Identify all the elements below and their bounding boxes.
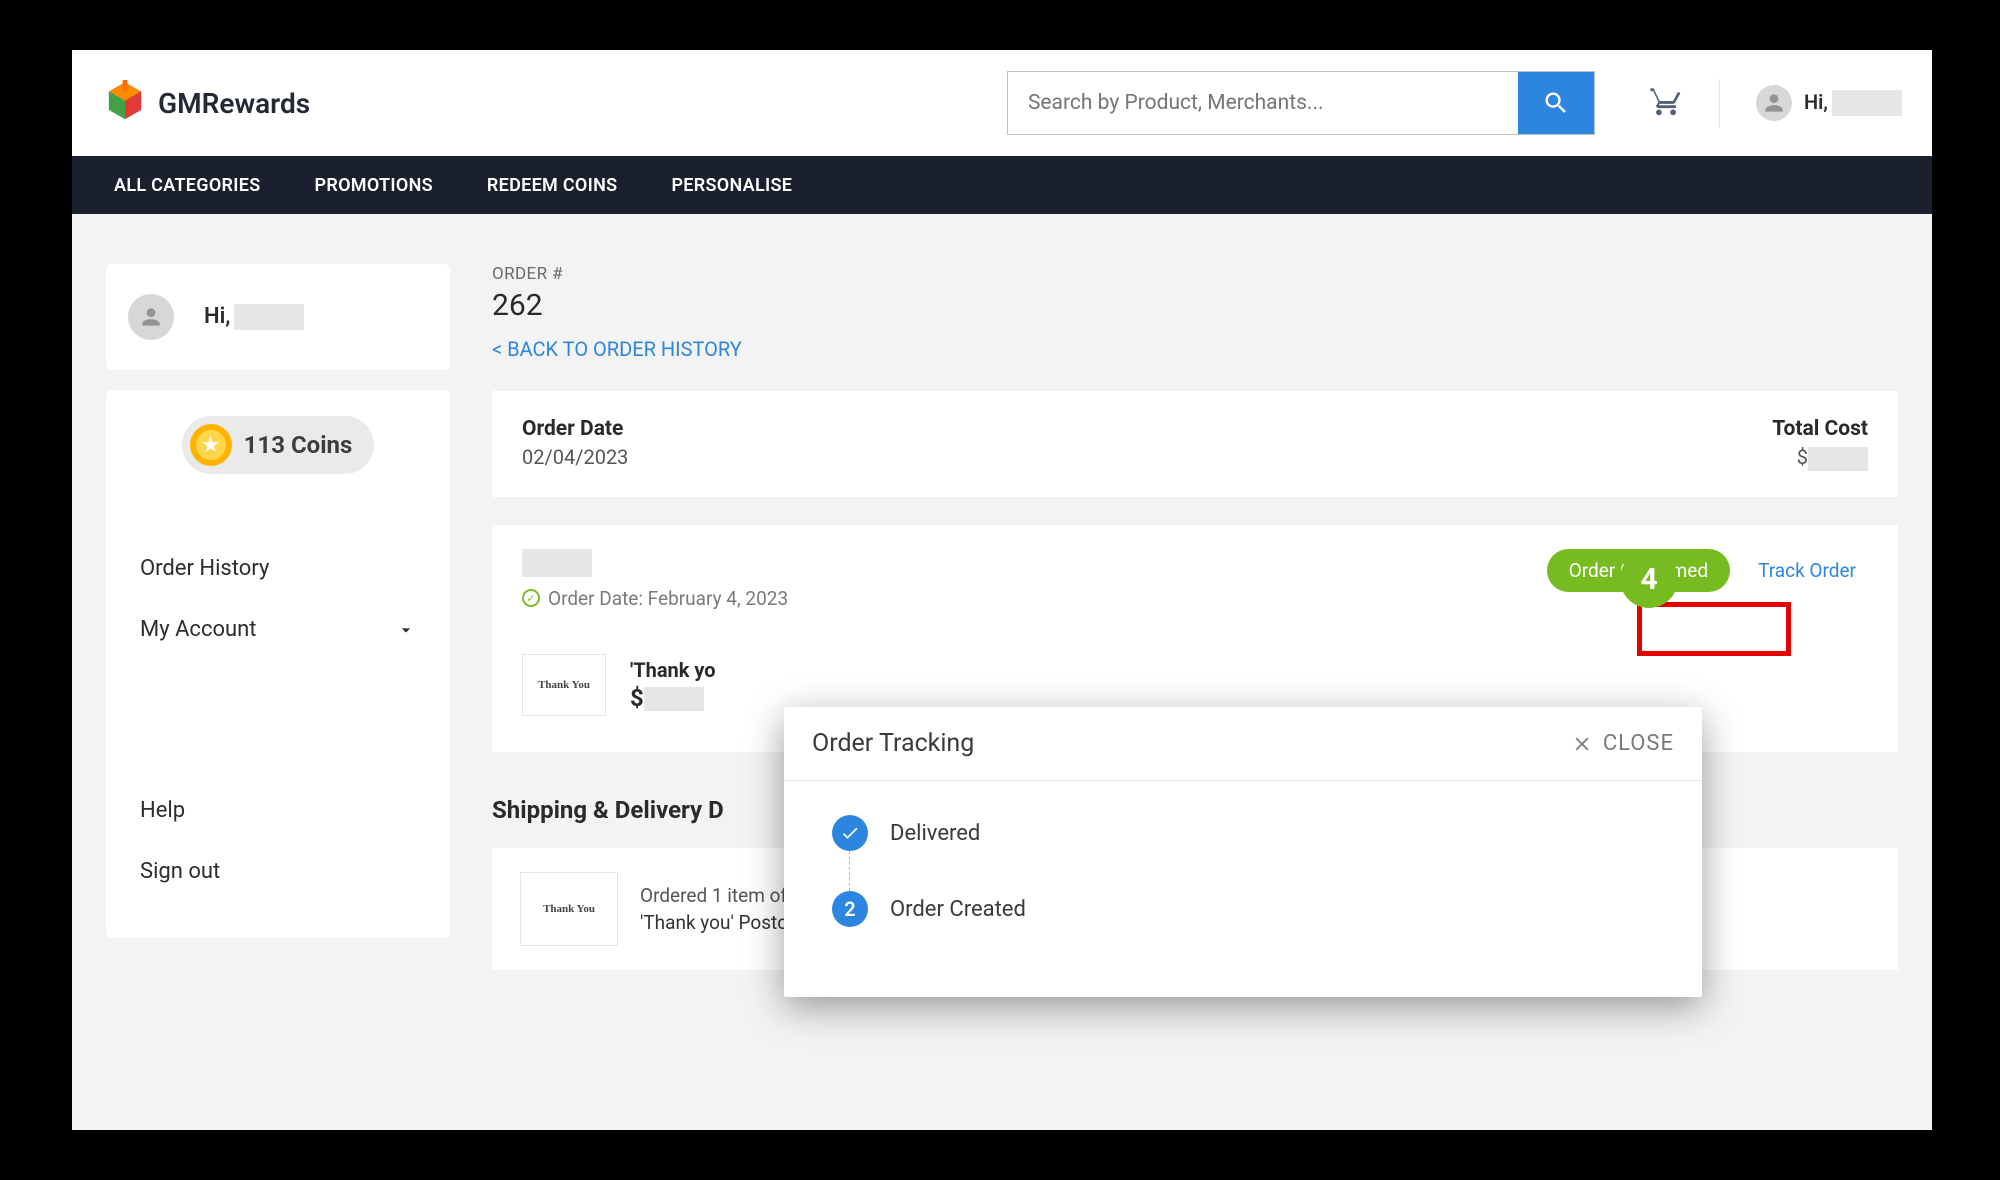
sidebar-avatar xyxy=(128,294,174,340)
header-greeting: Hi, xyxy=(1804,90,1902,117)
track-order-button[interactable]: Track Order xyxy=(1746,551,1868,590)
nav-redeem-coins[interactable]: REDEEM COINS xyxy=(487,175,618,196)
sidebar-user-card: Hi, xyxy=(106,264,450,370)
search-input[interactable] xyxy=(1008,72,1518,134)
order-date-value: 02/04/2023 xyxy=(522,445,628,469)
person-icon xyxy=(138,304,164,330)
modal-close-button[interactable]: CLOSE xyxy=(1571,731,1674,756)
merchant-masked xyxy=(522,549,592,577)
cart-icon[interactable] xyxy=(1649,84,1683,122)
total-cost-label: Total Cost xyxy=(1772,417,1868,441)
user-avatar[interactable] xyxy=(1756,85,1792,121)
check-circle-icon xyxy=(522,589,540,607)
close-icon xyxy=(1571,733,1593,755)
username-masked xyxy=(1832,90,1902,116)
step-number-icon: 2 xyxy=(832,891,868,927)
nav-personalise[interactable]: PERSONALISE xyxy=(671,175,792,196)
order-tracking-modal: Order Tracking CLOSE Delivered 2 Order C… xyxy=(784,707,1702,997)
timeline-label: Order Created xyxy=(890,897,1026,922)
coins-text: 113 Coins xyxy=(244,431,353,459)
sidebar-help[interactable]: Help xyxy=(128,780,428,841)
sidebar-menu-card: ★ 113 Coins Order History My Account Hel… xyxy=(106,390,450,938)
person-icon xyxy=(1761,90,1787,116)
search-icon xyxy=(1542,89,1570,117)
main-nav: ALL CATEGORIES PROMOTIONS REDEEM COINS P… xyxy=(72,156,1932,214)
item-order-date-text: Order Date: February 4, 2023 xyxy=(548,587,788,610)
sidebar-my-account-label: My Account xyxy=(140,617,256,642)
order-date-label: Order Date xyxy=(522,417,628,441)
timeline-step-delivered: Delivered xyxy=(832,815,1654,851)
order-number-label: ORDER # xyxy=(492,264,1898,284)
product-thumbnail: Thank You xyxy=(522,654,606,716)
timeline-step-created: 2 Order Created xyxy=(832,891,1654,927)
back-to-order-history-link[interactable]: < BACK TO ORDER HISTORY xyxy=(492,337,742,361)
search-box xyxy=(1007,71,1595,135)
item-order-date: Order Date: February 4, 2023 xyxy=(522,587,788,610)
brand-name: GMRewards xyxy=(158,87,310,120)
sidebar: Hi, ★ 113 Coins Order History My Account… xyxy=(106,264,450,970)
star-icon: ★ xyxy=(190,424,232,466)
sidebar-my-account[interactable]: My Account xyxy=(128,599,428,660)
sidebar-greeting: Hi, xyxy=(204,304,304,330)
username-masked xyxy=(234,304,304,330)
annotation-step-badge: 4 xyxy=(1620,550,1678,608)
product-title: 'Thank yo xyxy=(630,658,716,682)
modal-close-label: CLOSE xyxy=(1603,731,1674,756)
price-masked xyxy=(644,687,704,711)
header: GMRewards Hi, xyxy=(72,50,1932,156)
logo-icon xyxy=(102,80,148,126)
check-icon xyxy=(832,815,868,851)
coins-badge[interactable]: ★ 113 Coins xyxy=(182,416,375,474)
amount-masked xyxy=(1808,447,1868,471)
header-separator xyxy=(1719,79,1720,127)
product-thumbnail: Thank You xyxy=(520,872,618,946)
brand-logo[interactable]: GMRewards xyxy=(102,80,310,126)
chevron-down-icon xyxy=(396,620,416,640)
timeline-label: Delivered xyxy=(890,821,980,846)
search-button[interactable] xyxy=(1518,72,1594,134)
product-price: $ xyxy=(630,684,716,712)
order-number: 262 xyxy=(492,288,1898,323)
sidebar-sign-out[interactable]: Sign out xyxy=(128,841,428,902)
timeline-connector xyxy=(849,851,851,891)
modal-title: Order Tracking xyxy=(812,729,974,758)
order-summary-bar: Order Date 02/04/2023 Total Cost $ xyxy=(492,391,1898,497)
total-cost-value: $ xyxy=(1772,445,1868,471)
sidebar-order-history[interactable]: Order History xyxy=(128,538,428,599)
nav-promotions[interactable]: PROMOTIONS xyxy=(314,175,432,196)
nav-all-categories[interactable]: ALL CATEGORIES xyxy=(114,175,260,196)
